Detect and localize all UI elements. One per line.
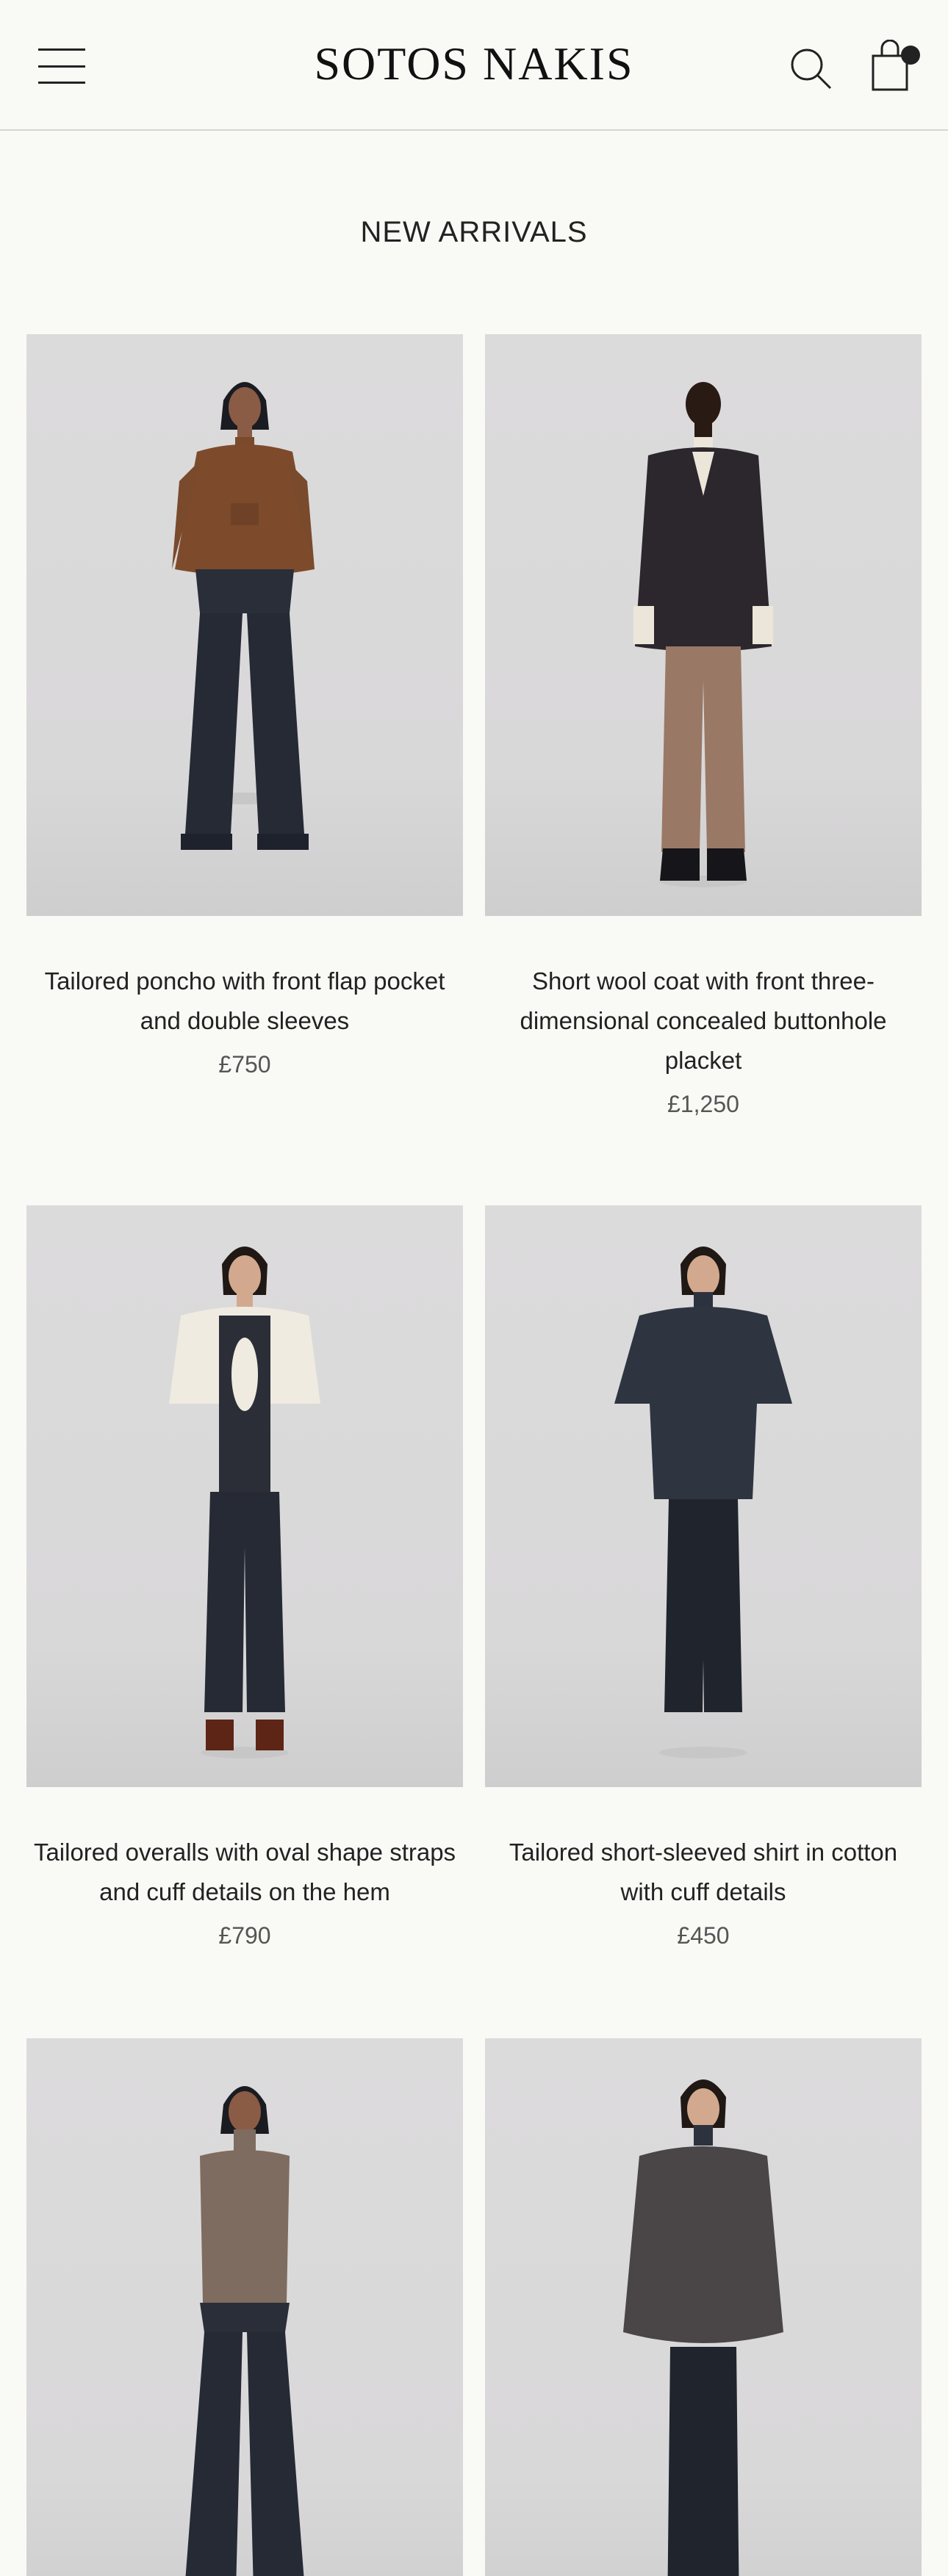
cart-count-badge bbox=[901, 46, 920, 65]
product-card[interactable]: Short wool coat with front three-dimensi… bbox=[485, 334, 922, 1118]
product-card[interactable]: Tailored overalls with oval shape straps… bbox=[26, 1205, 463, 1949]
model-photo bbox=[633, 382, 773, 887]
site-header: SOTOS NAKIS bbox=[0, 0, 948, 131]
product-name[interactable]: Tailored short-sleeved shirt in cotton w… bbox=[485, 1833, 922, 1912]
product-image[interactable] bbox=[26, 2038, 463, 2576]
product-image[interactable] bbox=[485, 334, 922, 916]
model-photo bbox=[169, 1246, 320, 1758]
product-name[interactable]: Tailored overalls with oval shape straps… bbox=[26, 1833, 463, 1912]
search-icon[interactable] bbox=[788, 46, 833, 91]
product-card[interactable] bbox=[485, 2038, 922, 2576]
model-photo bbox=[623, 2079, 783, 2576]
product-image[interactable] bbox=[26, 334, 463, 916]
section-title: NEW ARRIVALS bbox=[360, 216, 588, 248]
product-image[interactable] bbox=[26, 1205, 463, 1787]
model-photo bbox=[614, 1246, 792, 1758]
product-price: £450 bbox=[677, 1922, 730, 1949]
model-photo bbox=[185, 2086, 304, 2576]
product-price: £750 bbox=[218, 1051, 271, 1078]
product-name[interactable]: Tailored poncho with front flap pocket a… bbox=[26, 962, 463, 1041]
product-image[interactable] bbox=[485, 1205, 922, 1787]
product-card[interactable]: Tailored poncho with front flap pocket a… bbox=[26, 334, 463, 1078]
model-photo bbox=[172, 382, 315, 850]
product-price: £790 bbox=[218, 1922, 271, 1949]
product-card[interactable]: Tailored short-sleeved shirt in cotton w… bbox=[485, 1205, 922, 1949]
product-name[interactable]: Short wool coat with front three-dimensi… bbox=[485, 962, 922, 1080]
product-image[interactable] bbox=[485, 2038, 922, 2576]
product-price: £1,250 bbox=[667, 1091, 739, 1117]
product-card[interactable] bbox=[26, 2038, 463, 2576]
